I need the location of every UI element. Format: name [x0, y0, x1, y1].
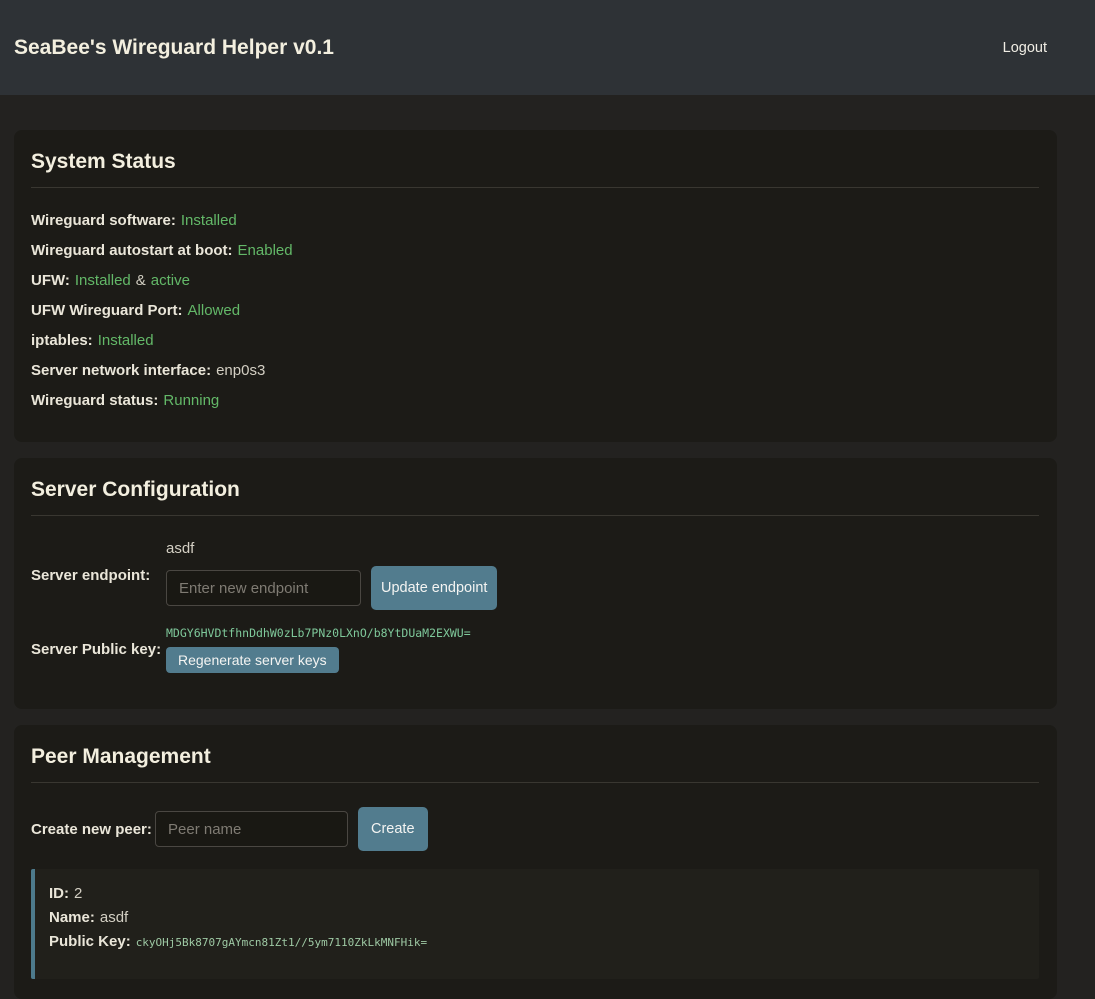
- status-separator: &: [136, 272, 146, 289]
- status-row-autostart: Wireguard autostart at boot: Enabled: [31, 242, 1039, 259]
- peer-public-key-row: Public Key: ckyOHj5Bk8707gAYmcn81Zt1//5ym…: [49, 933, 1025, 950]
- app-title: SeaBee's Wireguard Helper v0.1: [14, 36, 334, 60]
- status-value: Installed: [181, 212, 237, 229]
- status-label: UFW Wireguard Port:: [31, 302, 183, 319]
- peer-id-label: ID:: [49, 885, 69, 902]
- endpoint-input[interactable]: [166, 570, 361, 606]
- server-public-key-label: Server Public key:: [31, 641, 166, 658]
- main-content: System Status Wireguard software: Install…: [14, 130, 1057, 999]
- app-header: SeaBee's Wireguard Helper v0.1 Logout: [0, 0, 1095, 95]
- status-value: enp0s3: [216, 362, 265, 379]
- update-endpoint-button[interactable]: Update endpoint: [371, 566, 497, 610]
- status-value: Installed: [98, 332, 154, 349]
- peer-management-title: Peer Management: [31, 745, 1039, 783]
- status-value: Allowed: [188, 302, 241, 319]
- status-row-iptables: iptables: Installed: [31, 332, 1039, 349]
- peer-name-label: Name:: [49, 909, 95, 926]
- server-configuration-card: Server Configuration Server endpoint: as…: [14, 458, 1057, 709]
- status-label: UFW:: [31, 272, 70, 289]
- peer-id-value: 2: [74, 885, 82, 902]
- status-label: Wireguard status:: [31, 392, 158, 409]
- status-row-network-interface: Server network interface: enp0s3: [31, 362, 1039, 379]
- peer-name-value: asdf: [100, 909, 128, 926]
- server-endpoint-label: Server endpoint:: [31, 567, 166, 584]
- server-endpoint-row: Server endpoint: asdf Update endpoint: [31, 540, 1039, 610]
- status-label: Server network interface:: [31, 362, 211, 379]
- status-label: Wireguard autostart at boot:: [31, 242, 233, 259]
- peer-name-row: Name: asdf: [49, 909, 1025, 926]
- status-row-ufw-port: UFW Wireguard Port: Allowed: [31, 302, 1039, 319]
- peer-public-key-label: Public Key:: [49, 933, 131, 950]
- peer-management-card: Peer Management Create new peer: Create …: [14, 725, 1057, 999]
- peer-public-key-value: ckyOHj5Bk8707gAYmcn81Zt1//5ym7110ZkLkMNF…: [136, 936, 427, 949]
- status-row-ufw: UFW: Installed&active: [31, 272, 1039, 289]
- create-peer-label: Create new peer:: [31, 821, 155, 838]
- server-public-key-row: Server Public key: MDGY6HVDtfhnDdhW0zLb7…: [31, 626, 1039, 673]
- status-label: Wireguard software:: [31, 212, 176, 229]
- server-public-key-value: MDGY6HVDtfhnDdhW0zLb7PNz0LXnO/b8YtDUaM2E…: [166, 626, 471, 640]
- peer-id-row: ID: 2: [49, 885, 1025, 902]
- server-endpoint-current-value: asdf: [166, 540, 497, 557]
- logout-link[interactable]: Logout: [1003, 40, 1047, 56]
- create-peer-row: Create new peer: Create: [31, 807, 1039, 851]
- regenerate-server-keys-button[interactable]: Regenerate server keys: [166, 647, 339, 673]
- status-label: iptables:: [31, 332, 93, 349]
- server-configuration-title: Server Configuration: [31, 478, 1039, 516]
- peer-name-input[interactable]: [155, 811, 348, 847]
- status-list: Wireguard software: Installed Wireguard a…: [31, 212, 1039, 409]
- system-status-card: System Status Wireguard software: Install…: [14, 130, 1057, 442]
- status-value-2: active: [151, 272, 190, 289]
- status-value: Running: [163, 392, 219, 409]
- system-status-title: System Status: [31, 150, 1039, 188]
- status-value: Installed: [75, 272, 131, 289]
- status-row-wireguard-software: Wireguard software: Installed: [31, 212, 1039, 229]
- status-row-wireguard-status: Wireguard status: Running: [31, 392, 1039, 409]
- peer-item: ID: 2 Name: asdf Public Key: ckyOHj5Bk8707g…: [31, 869, 1039, 979]
- status-value: Enabled: [238, 242, 293, 259]
- create-peer-button[interactable]: Create: [358, 807, 428, 851]
